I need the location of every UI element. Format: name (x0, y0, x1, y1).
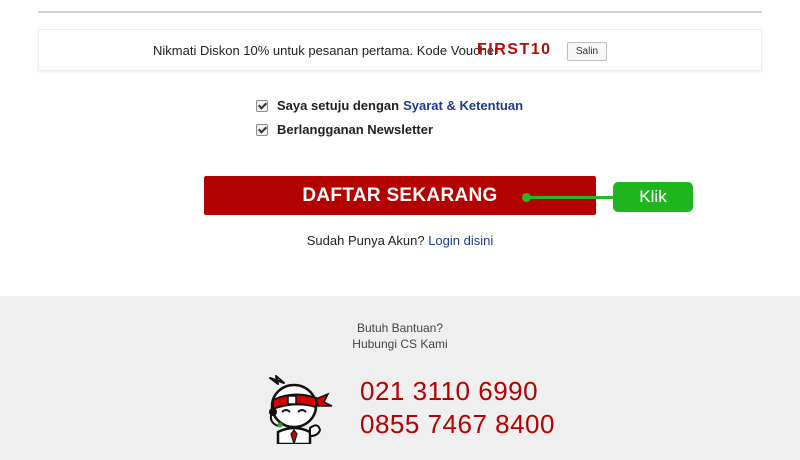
newsletter-label: Berlangganan Newsletter (277, 122, 434, 137)
voucher-code: FIRST10 (477, 41, 552, 58)
terms-row: Saya setuju dengan Syarat & Ketentuan (256, 98, 523, 113)
newsletter-checkbox[interactable] (256, 123, 268, 136)
help-footer: Butuh Bantuan? Hubungi CS Kami 021 3110 … (0, 296, 800, 460)
top-divider (38, 11, 762, 13)
voucher-text: Nikmati Diskon 10% untuk pesanan pertama… (153, 43, 506, 58)
cs-mascot-icon (269, 375, 333, 444)
phone-number-1[interactable]: 021 3110 6990 (360, 376, 538, 407)
help-subtitle: Hubungi CS Kami (352, 337, 448, 351)
click-annotation-badge: Klik (613, 182, 693, 212)
annotation-line (530, 196, 614, 199)
terms-label: Saya setuju dengan (277, 98, 400, 113)
login-prompt-line: Sudah Punya Akun? Login disini (0, 233, 800, 248)
phone-number-2[interactable]: 0855 7467 8400 (360, 409, 555, 440)
login-link[interactable]: Login disini (428, 233, 493, 248)
copy-voucher-button[interactable]: Salin (567, 42, 607, 61)
terms-checkbox[interactable] (256, 99, 268, 112)
help-title: Butuh Bantuan? (356, 321, 444, 335)
terms-link[interactable]: Syarat & Ketentuan (403, 98, 523, 113)
voucher-banner: Nikmati Diskon 10% untuk pesanan pertama… (38, 29, 762, 71)
login-prompt: Sudah Punya Akun? (306, 233, 425, 248)
newsletter-row: Berlangganan Newsletter (256, 122, 433, 137)
